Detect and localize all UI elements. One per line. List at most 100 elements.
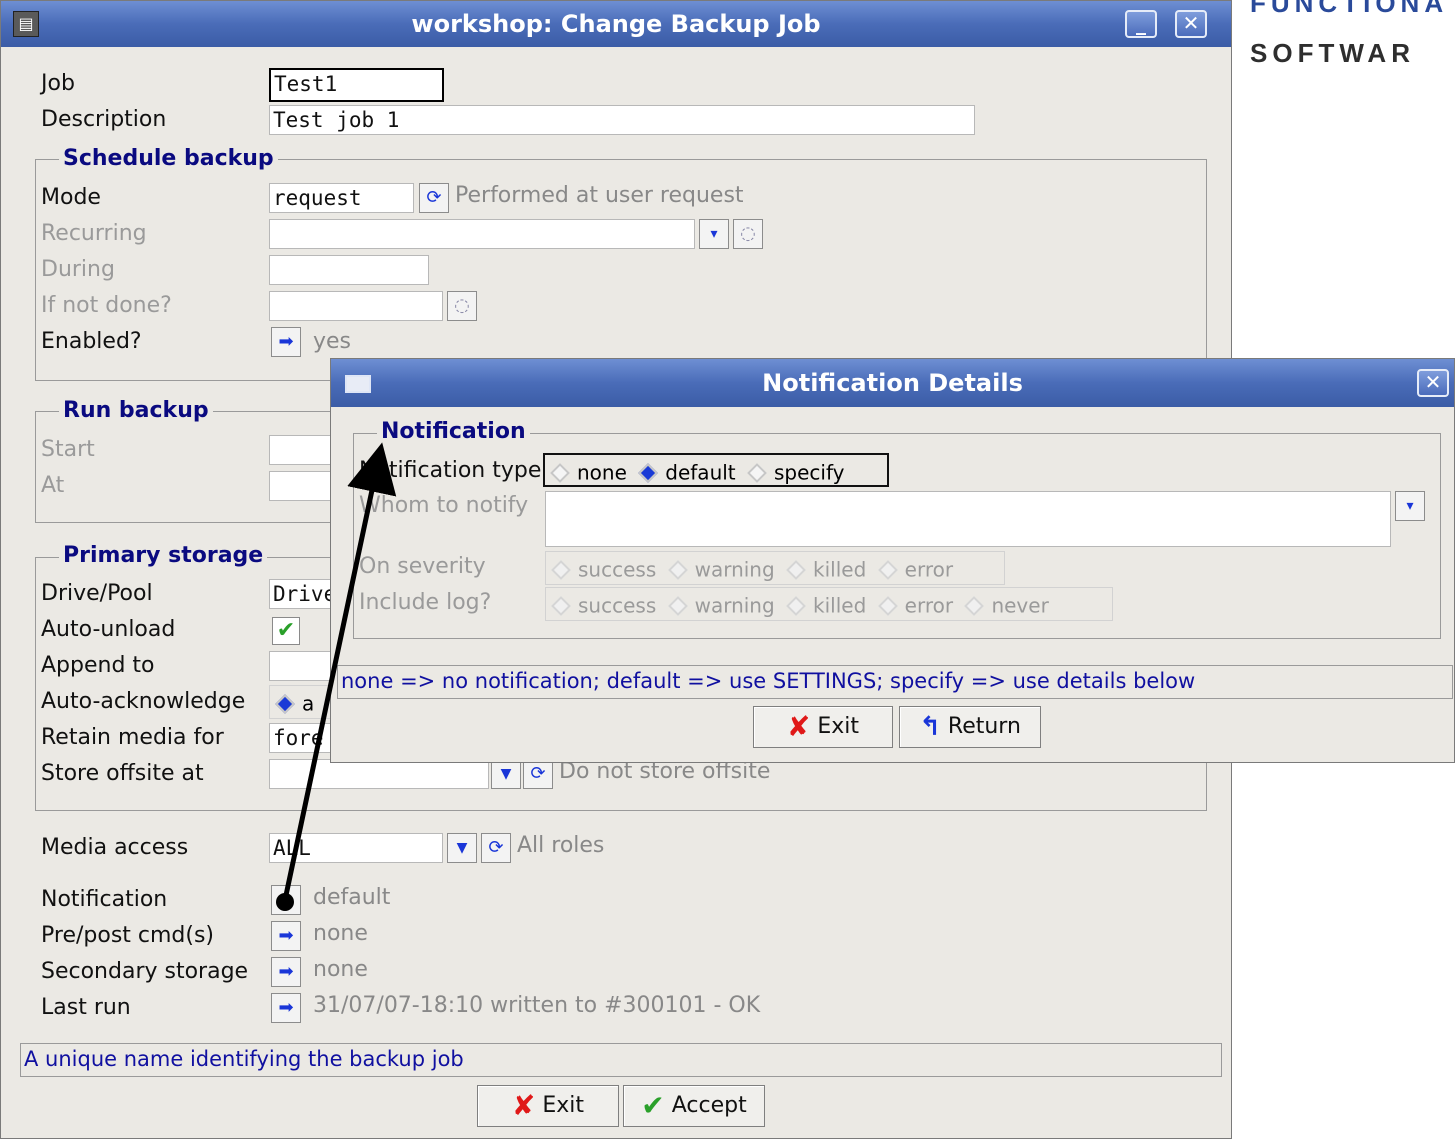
- drive-label: Drive/Pool: [41, 581, 153, 606]
- severity-radio-group: success warning killed error: [545, 551, 1005, 585]
- media-access-label: Media access: [41, 835, 189, 860]
- include-log-radio-group: success warning killed error never: [545, 587, 1113, 621]
- log-killed[interactable]: killed: [781, 592, 866, 618]
- append-input[interactable]: [269, 651, 339, 681]
- prepost-button[interactable]: ➡: [271, 921, 301, 951]
- severity-warning[interactable]: warning: [663, 556, 775, 582]
- job-input[interactable]: Test1: [269, 68, 444, 102]
- enabled-value: yes: [313, 329, 352, 354]
- dropdown-icon: ▼: [500, 766, 512, 782]
- retain-input[interactable]: fore: [269, 723, 339, 753]
- drive-input[interactable]: Drive: [269, 579, 339, 609]
- offsite-dropdown-button[interactable]: ▼: [491, 759, 521, 789]
- run-group-label: Run backup: [59, 398, 213, 423]
- radio-unselected-icon: [877, 559, 898, 580]
- app-menu-icon[interactable]: ▤: [13, 11, 39, 37]
- dropdown-icon: ▾: [1406, 498, 1414, 514]
- dialog-close-button[interactable]: ✕: [1417, 369, 1449, 397]
- accept-button[interactable]: ✔ Accept: [623, 1085, 765, 1127]
- media-access-description: All roles: [517, 833, 605, 858]
- notification-dialog: Notification Details ✕ Notification Noti…: [330, 358, 1455, 763]
- refresh-icon: ⟳: [488, 837, 504, 858]
- clear-icon: ◌: [454, 295, 470, 316]
- during-input[interactable]: [269, 255, 429, 285]
- severity-killed[interactable]: killed: [781, 556, 866, 582]
- whom-label: Whom to notify: [359, 493, 529, 518]
- dialog-title: Notification Details: [762, 369, 1023, 397]
- offsite-refresh-button[interactable]: ⟳: [523, 759, 553, 789]
- severity-error[interactable]: error: [873, 556, 953, 582]
- if-not-done-input[interactable]: [269, 291, 443, 321]
- refresh-icon: ⟳: [530, 763, 546, 784]
- arrow-right-icon: ➡: [278, 997, 294, 1018]
- close-icon: ✕: [1182, 11, 1200, 35]
- log-error[interactable]: error: [873, 592, 953, 618]
- media-access-dropdown-button[interactable]: ▼: [447, 833, 477, 863]
- whom-input[interactable]: [545, 491, 1391, 547]
- recurring-dropdown-button[interactable]: ▾: [699, 219, 729, 249]
- retain-label: Retain media for: [41, 725, 224, 750]
- dropdown-icon: ▾: [710, 226, 718, 242]
- radio-default[interactable]: default: [633, 459, 736, 485]
- arrow-right-icon: ➡: [278, 925, 294, 946]
- if-not-done-clear-button[interactable]: ◌: [447, 291, 477, 321]
- if-not-done-label: If not done?: [41, 293, 172, 318]
- radio-selected-icon: [275, 693, 295, 714]
- dialog-window-icon: [345, 375, 371, 393]
- enabled-label: Enabled?: [41, 329, 142, 354]
- auto-ack-radio[interactable]: a: [269, 685, 339, 719]
- auto-unload-label: Auto-unload: [41, 617, 176, 642]
- radio-selected-icon: [638, 462, 659, 483]
- start-input[interactable]: [269, 435, 339, 465]
- log-never[interactable]: never: [959, 592, 1049, 618]
- notification-button[interactable]: ➡: [271, 885, 301, 915]
- minimize-button[interactable]: _: [1125, 10, 1157, 38]
- last-run-label: Last run: [41, 995, 131, 1020]
- secondary-button[interactable]: ➡: [271, 957, 301, 987]
- offsite-input[interactable]: [269, 759, 489, 789]
- recurring-input[interactable]: [269, 219, 695, 249]
- auto-unload-checkbox[interactable]: ✔: [272, 617, 300, 645]
- job-label: Job: [41, 71, 75, 96]
- refresh-mode-button[interactable]: ⟳: [419, 183, 449, 213]
- close-icon: ✕: [1424, 370, 1442, 394]
- mode-input[interactable]: request: [269, 183, 414, 213]
- radio-none[interactable]: none: [545, 459, 627, 485]
- primary-group-label: Primary storage: [59, 543, 268, 568]
- enabled-button[interactable]: ➡: [271, 327, 301, 357]
- main-titlebar[interactable]: workshop: Change Backup Job: [1, 1, 1231, 47]
- return-button[interactable]: ↰ Return: [899, 706, 1041, 748]
- start-label: Start: [41, 437, 95, 462]
- dropdown-icon: ▼: [456, 840, 468, 856]
- append-label: Append to: [41, 653, 155, 678]
- minimize-icon: _: [1136, 11, 1146, 35]
- return-arrow-icon: ↰: [919, 712, 941, 742]
- log-success[interactable]: success: [546, 592, 656, 618]
- arrow-right-icon: ➡: [278, 331, 294, 352]
- severity-success[interactable]: success: [546, 556, 656, 582]
- media-access-input[interactable]: ALL: [269, 833, 443, 863]
- log-warning[interactable]: warning: [663, 592, 775, 618]
- severity-label: On severity: [359, 554, 486, 579]
- close-button[interactable]: ✕: [1175, 10, 1207, 38]
- arrow-right-icon: ➡: [278, 961, 294, 982]
- radio-specify[interactable]: specify: [742, 459, 845, 485]
- recurring-clear-button[interactable]: ◌: [733, 219, 763, 249]
- main-exit-button[interactable]: ✘ Exit: [477, 1085, 619, 1127]
- radio-unselected-icon: [551, 595, 571, 616]
- secondary-value: none: [313, 957, 368, 982]
- last-run-button[interactable]: ➡: [271, 993, 301, 1023]
- radio-unselected-icon: [964, 595, 985, 616]
- description-label: Description: [41, 107, 167, 132]
- dialog-exit-button[interactable]: ✘ Exit: [753, 706, 893, 748]
- include-log-label: Include log?: [359, 590, 492, 615]
- at-input[interactable]: [269, 471, 339, 501]
- radio-unselected-icon: [786, 595, 806, 616]
- x-icon: ✘: [786, 710, 811, 743]
- description-input[interactable]: Test job 1: [269, 105, 975, 135]
- x-icon: ✘: [511, 1089, 536, 1122]
- media-access-refresh-button[interactable]: ⟳: [481, 833, 511, 863]
- last-run-value: 31/07/07-18:10 written to #300101 - OK: [313, 993, 761, 1018]
- whom-dropdown-button[interactable]: ▾: [1395, 491, 1425, 521]
- dialog-titlebar[interactable]: Notification Details: [331, 359, 1454, 407]
